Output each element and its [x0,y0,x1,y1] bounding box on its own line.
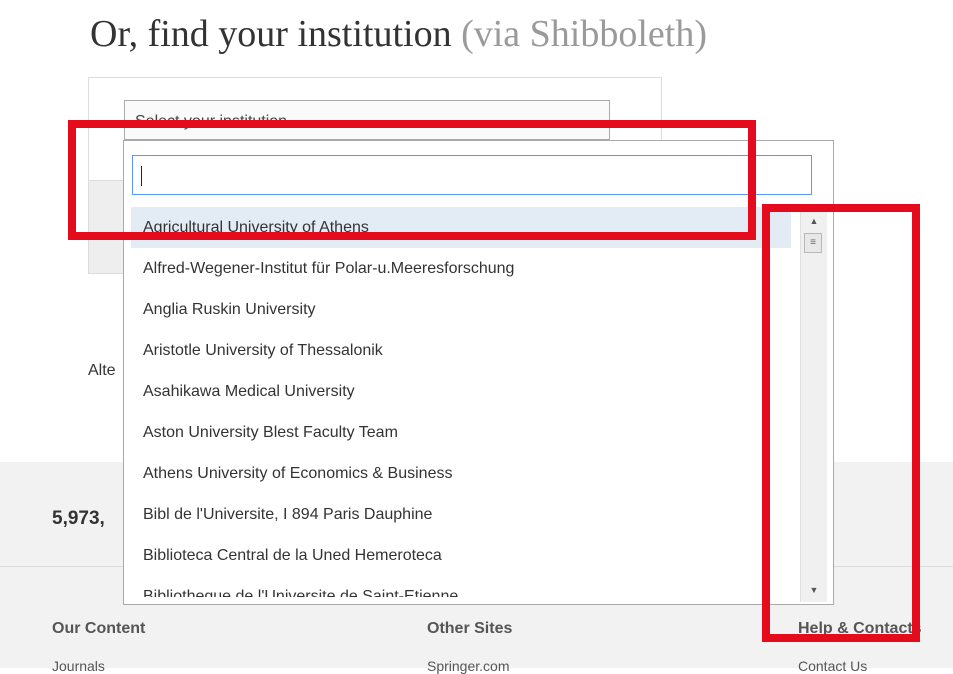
footer-col-our-content: Our Content [52,620,146,637]
footer-link-contact[interactable]: Contact Us [798,658,867,674]
heading-main: Or, find your institution [90,13,452,55]
list-item[interactable]: Anglia Ruskin University [131,289,791,330]
list-item[interactable]: Bibl de l'Universite, I 894 Paris Dauphi… [131,494,791,535]
list-item[interactable]: Bibliotheque de l'Universite de Saint-Et… [131,576,791,597]
list-item[interactable]: Aristotle University of Thessalonik [131,330,791,371]
list-item[interactable]: Asahikawa Medical University [131,371,791,412]
list-item[interactable]: Athens University of Economics & Busines… [131,453,791,494]
annotation-box-search [68,120,756,240]
institution-options-list: Agricultural University of Athens Alfred… [131,207,791,597]
heading-sub: (via Shibboleth) [461,13,707,55]
footer-link-springer[interactable]: Springer.com [427,658,509,674]
list-item[interactable]: Aston University Blest Faculty Team [131,412,791,453]
page-heading: Or, find your institution (via Shibbolet… [90,12,707,56]
list-item[interactable]: Biblioteca Central de la Uned Hemeroteca [131,535,791,576]
footer-col-other-sites: Other Sites [427,620,513,637]
alternate-login-text: Alte [88,362,116,379]
footer-stat: 5,973, [52,508,105,529]
footer-link-journals[interactable]: Journals [52,658,105,674]
annotation-box-scrollbar [762,204,920,642]
list-item[interactable]: Alfred-Wegener-Institut für Polar-u.Meer… [131,248,791,289]
